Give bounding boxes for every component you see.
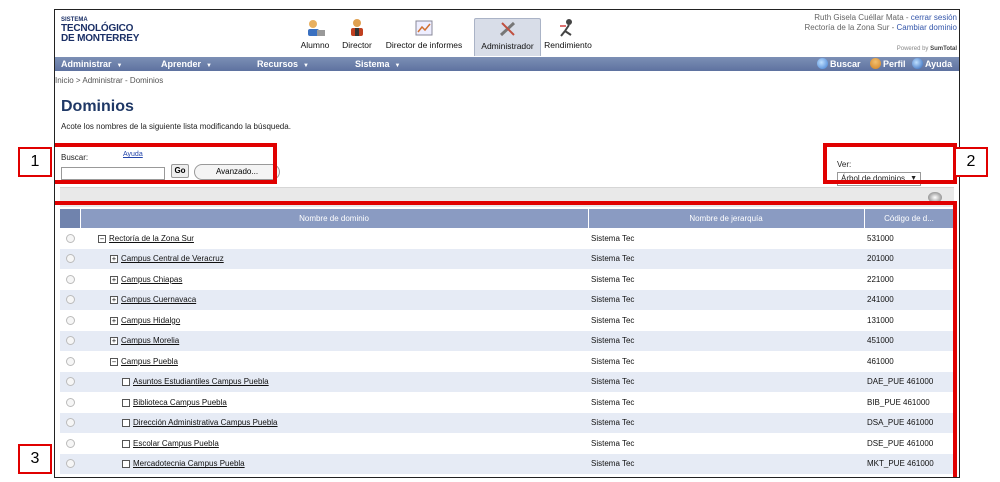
menu-sistema[interactable]: Sistema ▼ [355,58,400,72]
powered-by-brand: SumTotal [930,46,957,52]
menu-buscar-label: Buscar [830,59,861,69]
application-window: SISTEMA TECNOLÓGICO DE MONTERREY Alumno … [54,9,960,478]
page-subtitle: Acote los nombres de la siguiente lista … [61,122,291,131]
main-menubar: Administrar ▼ Aprender ▼ Recursos ▼ Sistema… [55,57,959,71]
nav-administrator-label: Administrador [481,41,534,51]
callout-number-3: 3 [18,444,52,474]
nav-administrator[interactable]: Administrador [474,18,541,56]
app-header: SISTEMA TECNOLÓGICO DE MONTERREY Alumno … [55,10,959,57]
menu-ayuda-label: Ayuda [925,59,953,69]
change-domain-link[interactable]: Cambiar dominio [897,23,957,32]
nav-student-label: Alumno [300,40,330,50]
menu-sistema-label: Sistema [355,59,390,69]
nav-reports-label: Director de informes [385,40,463,50]
search-icon [817,58,828,69]
director-icon [351,19,363,36]
nav-student[interactable]: Alumno [295,18,335,56]
callout-box-view [823,143,957,184]
chevron-down-icon: ▼ [394,63,401,69]
menu-administrar[interactable]: Administrar ▼ [61,58,122,72]
nav-performance-label: Rendimiento [544,40,592,50]
performance-icon [560,19,572,37]
menu-aprender[interactable]: Aprender ▼ [161,58,212,72]
nav-director[interactable]: Director [339,18,375,56]
page-title: Dominios [61,98,134,115]
institution-logo[interactable]: SISTEMA TECNOLÓGICO DE MONTERREY [61,16,139,44]
breadcrumb[interactable]: Inicio > Administrar - Dominios [55,76,163,85]
profile-icon [870,58,881,69]
chevron-down-icon: ▼ [116,63,123,69]
nav-reports-director[interactable]: Director de informes [377,18,471,56]
callout-number-2: 2 [954,147,988,177]
logout-link[interactable]: cerrar sesión [911,13,957,22]
menu-aprender-label: Aprender [161,59,202,69]
nav-performance[interactable]: Rendimiento [543,18,593,56]
menu-perfil[interactable]: Perfil [870,58,906,70]
callout-box-table [55,201,957,477]
chevron-down-icon: ▼ [206,63,212,69]
menu-administrar-label: Administrar [61,59,112,69]
admin-tools-icon [499,21,515,37]
menu-perfil-label: Perfil [883,59,906,69]
menu-ayuda[interactable]: Ayuda [912,58,952,70]
user-info: Ruth Gisela Cuéllar Mata - cerrar sesión… [804,13,957,32]
menu-recursos[interactable]: Recursos ▼ [257,58,309,72]
user-name: Ruth Gisela Cuéllar Mata [814,13,904,22]
chevron-down-icon: ▼ [303,63,309,69]
menu-recursos-label: Recursos [257,59,299,69]
powered-by: Powered by SumTotal [897,46,957,52]
nav-director-label: Director [342,40,372,50]
org-unit: Rectoría de la Zona Sur [804,23,890,32]
callout-number-1: 1 [18,147,52,177]
logo-line-3: DE MONTERREY [61,33,140,44]
reports-icon [415,20,433,36]
powered-by-prefix: Powered by [896,46,929,52]
menu-buscar[interactable]: Buscar [817,58,861,70]
help-icon [912,58,923,69]
callout-box-search [55,143,277,184]
student-icon [308,20,325,36]
